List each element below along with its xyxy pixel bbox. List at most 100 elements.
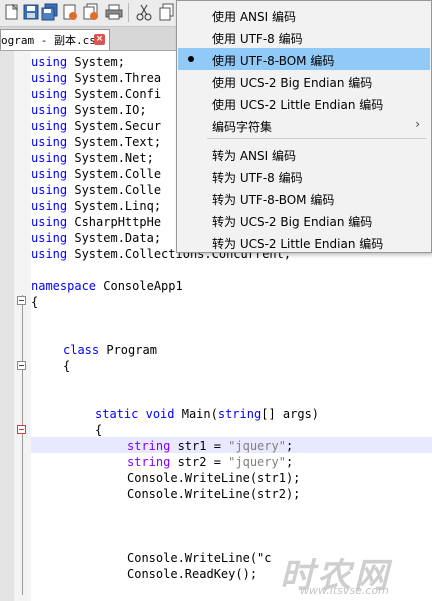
menu-item-label: 使用 ANSI 编码 <box>212 10 296 24</box>
close-all-icon[interactable] <box>82 3 100 21</box>
keyword: namespace <box>31 279 97 293</box>
code-text: Program <box>99 343 157 357</box>
code-text: [] args) <box>261 407 320 421</box>
code-text: { <box>95 423 103 437</box>
menu-item-convert-ucs2-big-endian[interactable]: 转为 UCS-2 Big Endian 编码 <box>178 209 430 231</box>
code-line-main: static void Main(string[] args) <box>95 406 319 422</box>
code-text: System.Net; <box>67 151 154 165</box>
file-tab[interactable]: ogram - 副本.cs × <box>0 29 110 50</box>
save-all-icon[interactable] <box>41 3 59 21</box>
cut-icon[interactable] <box>135 3 153 21</box>
code-text: CsharpHttpHe <box>67 215 162 229</box>
menu-item-label: 使用 UCS-2 Little Endian 编码 <box>212 98 384 112</box>
menu-item-convert-ucs2-little-endian[interactable]: 转为 UCS-2 Little Endian 编码 <box>178 231 430 253</box>
code-line-writeline-2: Console.WriteLine(str2); <box>127 486 300 502</box>
new-file-icon[interactable] <box>3 3 21 21</box>
code-text: System.Data; <box>67 231 162 245</box>
keyword: using <box>31 55 68 69</box>
keyword: using <box>31 151 68 165</box>
code-line-4: using System.IO; <box>31 102 147 118</box>
menu-item-label: 转为 UCS-2 Little Endian 编码 <box>212 237 384 251</box>
keyword: using <box>31 167 68 181</box>
menu-item-convert-utf8-bom[interactable]: 转为 UTF-8-BOM 编码 <box>178 187 430 209</box>
code-line-readkey: Console.ReadKey(); <box>127 566 257 582</box>
code-text: Console.WriteLine("c <box>127 551 272 565</box>
menu-item-label: 使用 UCS-2 Big Endian 编码 <box>212 76 373 90</box>
code-text: System.Text; <box>67 135 162 149</box>
keyword: using <box>31 135 68 149</box>
code-line-open-brace: { <box>63 358 70 374</box>
code-line-namespace: namespace ConsoleApp1 <box>31 278 183 294</box>
string-literal: "jquery" <box>228 439 286 453</box>
fold-toggle-method[interactable] <box>17 425 26 434</box>
keyword: using <box>31 247 68 261</box>
code-text: Console.WriteLine(str2); <box>127 487 301 501</box>
code-text: ; <box>285 455 294 469</box>
code-line-8: using System.Colle <box>31 166 161 182</box>
code-line-5: using System.Secur <box>31 118 161 134</box>
code-line-str2: string str2 = "jquery"; <box>127 454 293 470</box>
code-text: str2 = <box>170 455 229 469</box>
code-text: Main( <box>174 407 218 421</box>
fold-toggle-namespace[interactable] <box>17 296 26 305</box>
bookmark-margin <box>0 51 14 601</box>
print-icon[interactable] <box>105 3 123 21</box>
code-line-1: using System; <box>31 54 125 70</box>
chevron-right-icon: › <box>415 117 420 131</box>
code-text: System.IO; <box>67 103 147 117</box>
code-text: System; <box>67 55 125 69</box>
code-line-3: using System.Confi <box>31 86 161 102</box>
encoding-menu: 使用 ANSI 编码 使用 UTF-8 编码 使用 UTF-8-BOM 编码 使… <box>176 0 432 253</box>
menu-item-label: 转为 ANSI 编码 <box>212 149 296 163</box>
menu-item-label: 转为 UTF-8-BOM 编码 <box>212 193 335 207</box>
menu-item-convert-utf8[interactable]: 转为 UTF-8 编码 <box>178 165 430 187</box>
menu-item-use-utf8[interactable]: 使用 UTF-8 编码 <box>178 26 430 48</box>
code-text: { <box>63 359 71 373</box>
code-text: Console.WriteLine(str1); <box>127 471 301 485</box>
fold-toggle-class[interactable] <box>17 361 26 370</box>
type-keyword: string <box>127 455 171 469</box>
code-line-11: using CsharpHttpHe <box>31 214 161 230</box>
keyword: using <box>31 215 68 229</box>
code-text: System.Linq; <box>67 199 162 213</box>
code-line-class: class Program <box>63 342 157 358</box>
menu-item-label: 转为 UTF-8 编码 <box>212 171 303 185</box>
code-text: ConsoleApp1 <box>96 279 183 293</box>
keyword: using <box>31 199 68 213</box>
menu-item-convert-ansi[interactable]: 转为 ANSI 编码 <box>178 143 430 165</box>
keyword: using <box>31 71 68 85</box>
menu-item-use-ucs2-big-endian[interactable]: 使用 UCS-2 Big Endian 编码 <box>178 70 430 92</box>
code-text: System.Colle <box>67 183 162 197</box>
keyword: class <box>63 343 100 357</box>
code-line-open-brace: { <box>95 422 102 438</box>
type-keyword: string <box>127 439 171 453</box>
menu-item-use-ansi[interactable]: 使用 ANSI 编码 <box>178 4 430 26</box>
string-literal: "jquery" <box>228 455 286 469</box>
file-tab-label: ogram - 副本.cs <box>1 34 96 47</box>
code-line-str1: string str1 = "jquery"; <box>127 438 293 454</box>
menu-item-character-sets[interactable]: 编码字符集 › <box>178 114 430 136</box>
code-text: System.Colle <box>67 167 162 181</box>
tab-close-icon[interactable]: × <box>94 34 105 45</box>
keyword: using <box>31 87 68 101</box>
type-keyword: string <box>217 407 262 421</box>
code-text: System.Threa <box>67 71 162 85</box>
menu-item-label: 转为 UCS-2 Big Endian 编码 <box>212 215 373 229</box>
fold-guide-namespace <box>22 295 23 595</box>
save-icon[interactable] <box>22 3 40 21</box>
code-line-writeline-3: Console.WriteLine("c <box>127 550 272 566</box>
code-text: ; <box>285 439 294 453</box>
copy-icon[interactable] <box>158 3 176 21</box>
menu-item-use-utf8-bom[interactable]: 使用 UTF-8-BOM 编码 <box>178 48 430 70</box>
close-icon[interactable] <box>61 3 79 21</box>
code-line-2: using System.Threa <box>31 70 161 86</box>
menu-item-use-ucs2-little-endian[interactable]: 使用 UCS-2 Little Endian 编码 <box>178 92 430 114</box>
code-text: str1 = <box>170 439 229 453</box>
toolbar-separator <box>128 3 129 22</box>
code-text: System.Confi <box>67 87 162 101</box>
code-text: { <box>31 295 39 309</box>
keyword: using <box>31 119 68 133</box>
code-text: System.Secur <box>67 119 162 133</box>
keyword: using <box>31 231 68 245</box>
code-line-10: using System.Linq; <box>31 198 161 214</box>
